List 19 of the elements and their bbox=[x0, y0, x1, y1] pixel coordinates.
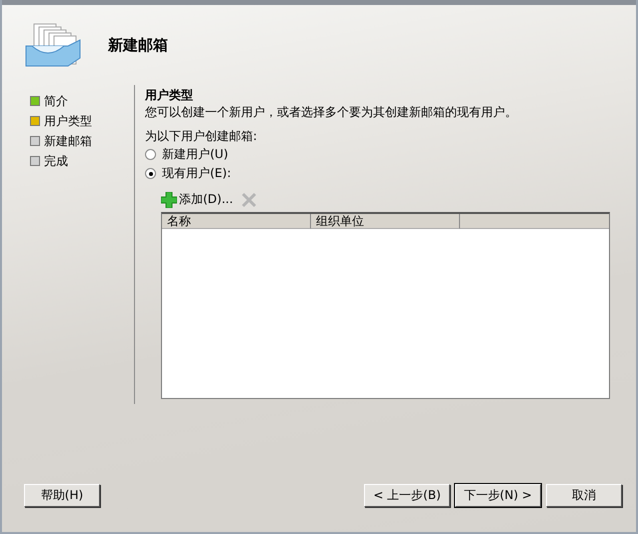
column-header[interactable]: 名称 bbox=[162, 214, 311, 229]
wizard-title: 新建邮箱 bbox=[108, 36, 168, 54]
user-list[interactable]: 名称 组织单位 bbox=[161, 212, 610, 399]
next-button[interactable]: 下一步(N) > bbox=[454, 484, 541, 507]
plus-icon bbox=[161, 192, 177, 208]
help-button[interactable]: 帮助(H) bbox=[24, 484, 100, 507]
section-description: 您可以创建一个新用户，或者选择多个要为其创建新邮箱的现有用户。 bbox=[145, 104, 518, 121]
back-button[interactable]: < 上一步(B) bbox=[364, 484, 450, 507]
step-label: 用户类型 bbox=[44, 112, 92, 130]
radio-option[interactable]: 新建用户(U) bbox=[145, 145, 610, 164]
step-label: 简介 bbox=[44, 92, 68, 110]
cancel-button[interactable]: 取消 bbox=[546, 484, 622, 507]
column-header[interactable]: 组织单位 bbox=[311, 214, 460, 229]
step-label: 完成 bbox=[44, 152, 68, 170]
section-title: 用户类型 bbox=[145, 87, 194, 104]
add-button[interactable]: 添加(D)... bbox=[161, 191, 234, 208]
step-label: 新建邮箱 bbox=[44, 132, 92, 150]
radio-option[interactable]: 现有用户(E): bbox=[145, 164, 610, 183]
prompt-label: 为以下用户创建邮箱: bbox=[145, 128, 258, 145]
